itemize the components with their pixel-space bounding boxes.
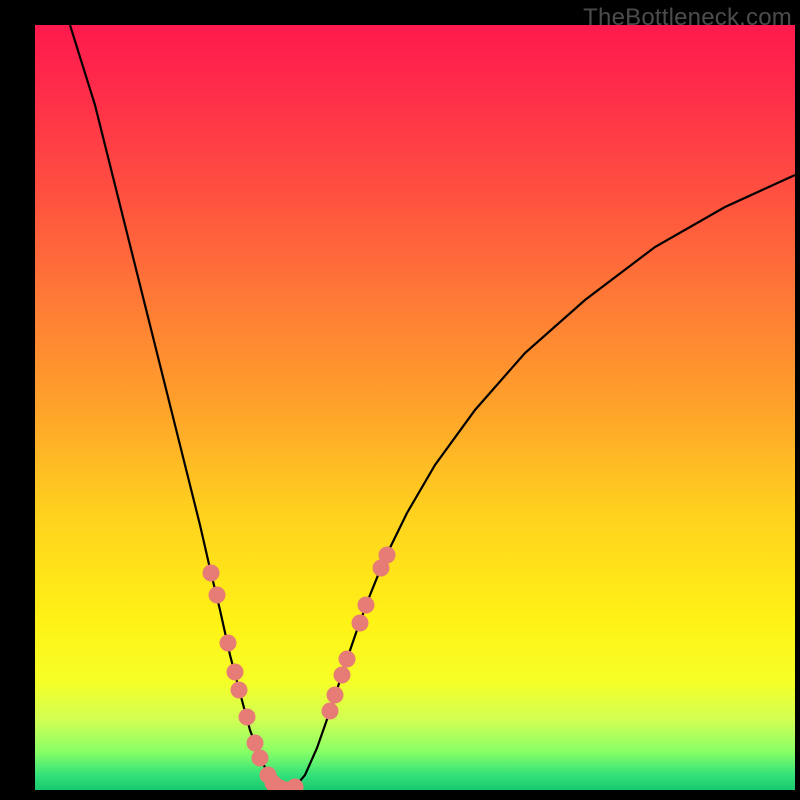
data-dot xyxy=(247,735,264,752)
chart-frame: TheBottleneck.com xyxy=(0,0,800,800)
data-dot xyxy=(239,709,256,726)
data-dot xyxy=(231,682,248,699)
data-dot xyxy=(203,565,220,582)
data-dot xyxy=(379,547,396,564)
bottleneck-curve xyxy=(70,25,795,790)
dot-cluster-left xyxy=(203,565,304,791)
data-dot xyxy=(352,615,369,632)
data-dot xyxy=(339,651,356,668)
data-dot xyxy=(327,687,344,704)
chart-plot-area xyxy=(35,25,795,790)
data-dot xyxy=(209,587,226,604)
dot-cluster-right xyxy=(322,547,396,720)
data-dot xyxy=(322,703,339,720)
chart-svg xyxy=(35,25,795,790)
data-dot xyxy=(220,635,237,652)
data-dot xyxy=(227,664,244,681)
watermark-text: TheBottleneck.com xyxy=(583,4,792,32)
data-dot xyxy=(334,667,351,684)
data-dot xyxy=(252,750,269,767)
data-dot xyxy=(358,597,375,614)
